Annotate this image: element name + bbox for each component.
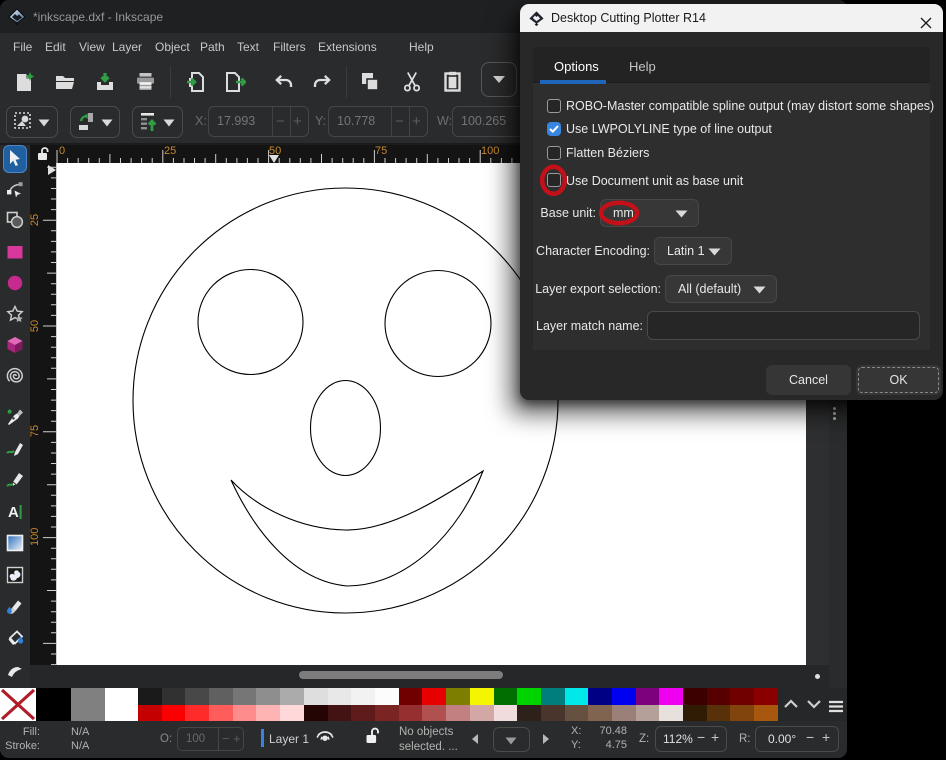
svg-text:A: A: [8, 504, 19, 521]
